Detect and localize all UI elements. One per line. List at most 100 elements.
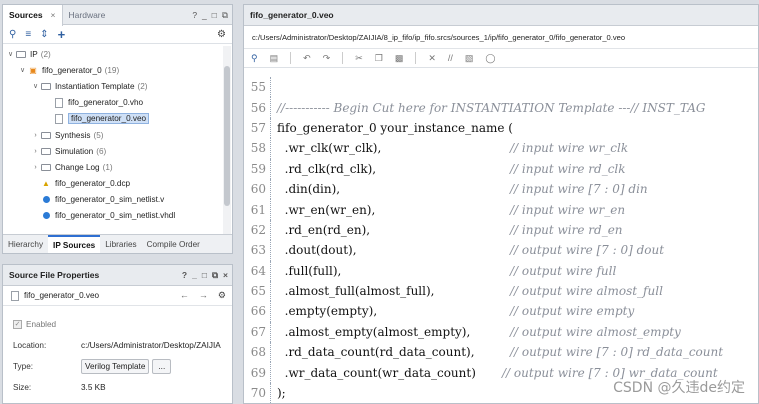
line-number: 67 [250, 324, 266, 339]
search-icon[interactable]: ⚲ [251, 53, 258, 64]
tree-item-label: fifo_generator_0.dcp [55, 179, 131, 189]
minimize-icon[interactable]: _ [192, 270, 197, 280]
toggle-column-icon[interactable]: ▧ [465, 53, 474, 64]
chevron-right-icon[interactable]: › [31, 132, 40, 139]
line-number: 68 [250, 345, 266, 360]
tree-item-count: (2) [137, 81, 148, 91]
float-icon[interactable]: ⧉ [222, 10, 228, 21]
tab-sources-label: Sources [9, 10, 43, 20]
code-comment: //----------- Begin Cut here for INSTANT… [277, 100, 706, 115]
tab-hardware[interactable]: Hardware [63, 5, 112, 25]
cut-icon[interactable]: ✂ [355, 53, 363, 64]
tree-item-fifo-generator[interactable]: ∨ ▣ fifo_generator_0 (19) [3, 62, 225, 78]
code-comment: // output wire [7 : 0] dout [510, 243, 665, 258]
code-line: 60 .din(din), // input wire [7 : 0] din [244, 178, 758, 200]
maximize-icon[interactable]: □ [202, 270, 207, 280]
enabled-checkbox[interactable]: ✓ [13, 319, 22, 329]
chevron-down-icon[interactable]: ∨ [18, 66, 27, 74]
type-browse-button[interactable]: ... [152, 359, 172, 374]
gear-icon[interactable]: ⚙ [217, 29, 226, 40]
gutter [270, 362, 271, 383]
sources-toolbar: ⚲ ≡ ⇕ + ⚙ [3, 25, 232, 44]
tree-item-label: Change Log [55, 162, 100, 172]
chevron-down-icon[interactable]: ∨ [6, 50, 15, 58]
tree-item-label: fifo_generator_0_sim_netlist.v [55, 195, 165, 205]
folder-icon [40, 162, 52, 172]
tree-item-sim-netlist-v[interactable]: fifo_generator_0_sim_netlist.v [3, 192, 225, 208]
code-text: .rd_clk(rd_clk), [277, 161, 377, 176]
code-comment: // output wire almost_full [510, 284, 663, 299]
copy-icon[interactable]: ❐ [375, 53, 383, 64]
code-editor: fifo_generator_0.veo c:/Users/Administra… [243, 4, 759, 404]
code-line: 61 .wr_en(wr_en), // input wire wr_en [244, 199, 758, 220]
code-comment: // input wire rd_clk [510, 161, 626, 176]
tab-ip-sources[interactable]: IP Sources [48, 235, 101, 253]
code-line: 55 [244, 77, 758, 98]
watermark: CSDN @久违de约定 [613, 380, 745, 396]
gutter [270, 382, 271, 404]
code-text: ); [277, 386, 286, 401]
tree-item-dcp[interactable]: ▲ fifo_generator_0.dcp [3, 176, 225, 192]
save-icon[interactable]: ▤ [270, 53, 279, 64]
close-icon[interactable]: × [51, 10, 56, 20]
minimize-icon[interactable]: _ [202, 10, 207, 20]
tree-item-label: fifo_generator_0 [42, 65, 102, 75]
tab-hierarchy[interactable]: Hierarchy [3, 235, 48, 253]
folder-icon [40, 81, 52, 91]
tab-sources[interactable]: Sources × [3, 4, 63, 26]
scrollbar-thumb[interactable] [224, 66, 230, 206]
back-arrow-icon[interactable]: ← [180, 290, 189, 301]
tree-item-change-log[interactable]: › Change Log (1) [3, 159, 225, 175]
line-number: 65 [250, 284, 266, 299]
line-number: 69 [250, 365, 266, 380]
code-line: 68 .rd_data_count(rd_data_count), // outp… [244, 342, 758, 363]
sources-scrollbar[interactable] [223, 46, 231, 234]
type-value-button[interactable]: Verilog Template [81, 359, 150, 374]
code-text: .wr_en(wr_en), [277, 202, 376, 217]
comment-icon[interactable]: // [448, 53, 453, 63]
editor-tab[interactable]: fifo_generator_0.veo [244, 5, 758, 26]
tree-item-label: fifo_generator_0.veo [68, 113, 150, 125]
forward-arrow-icon[interactable]: → [199, 290, 208, 301]
window-controls: ? _ □ ⧉ × [182, 265, 228, 285]
tree-item-veo[interactable]: fifo_generator_0.veo [3, 111, 225, 127]
search-icon[interactable]: ⚲ [9, 29, 16, 40]
tree-item-synthesis[interactable]: › Synthesis (5) [3, 127, 225, 143]
paste-icon[interactable]: ▩ [395, 53, 404, 64]
tree-item-ip[interactable]: ∨ IP (2) [3, 46, 225, 62]
line-number: 55 [250, 80, 266, 95]
gutter [270, 260, 271, 281]
code-comment: // input wire wr_en [510, 202, 626, 217]
gutter [270, 138, 271, 159]
editor-tab-title: fifo_generator_0.veo [250, 10, 334, 20]
chevron-right-icon[interactable]: › [31, 164, 40, 171]
maximize-icon[interactable]: □ [212, 10, 217, 20]
float-icon[interactable]: ⧉ [212, 270, 218, 281]
gutter [270, 158, 271, 179]
redo-icon[interactable]: ↷ [323, 53, 331, 64]
properties-header: Source File Properties ? _ □ ⧉ × [3, 265, 232, 286]
gutter [270, 117, 271, 139]
tree-item-sim-netlist-vhdl[interactable]: fifo_generator_0_sim_netlist.vhdl [3, 208, 225, 224]
tab-compile-order[interactable]: Compile Order [142, 235, 205, 253]
tree-item-instantiation-template[interactable]: ∨ Instantiation Template (2) [3, 78, 225, 94]
close-icon[interactable]: × [223, 270, 228, 280]
tree-item-vho[interactable]: fifo_generator_0.vho [3, 95, 225, 111]
code-area[interactable]: 55 56 //----------- Begin Cut here for IN… [244, 77, 758, 404]
collapse-all-icon[interactable]: ≡ [25, 29, 31, 40]
toolbar-divider [342, 52, 344, 64]
code-comment: // input wire [7 : 0] din [510, 182, 648, 197]
gear-icon[interactable]: ⚙ [218, 290, 226, 301]
delete-icon[interactable]: ✕ [428, 53, 436, 64]
chevron-down-icon[interactable]: ∨ [31, 82, 40, 90]
chevron-right-icon[interactable]: › [31, 148, 40, 155]
tab-libraries[interactable]: Libraries [100, 235, 141, 253]
tree-item-simulation[interactable]: › Simulation (6) [3, 143, 225, 159]
help-icon[interactable]: ? [182, 270, 187, 280]
undo-icon[interactable]: ↶ [303, 53, 311, 64]
expand-all-icon[interactable]: ⇕ [40, 29, 48, 40]
add-icon[interactable]: + [58, 27, 66, 42]
editor-toolbar: ⚲ ▤ ↶ ↷ ✂ ❐ ▩ ✕ // ▧ ◯ [244, 49, 758, 68]
lightbulb-icon[interactable]: ◯ [485, 53, 495, 64]
help-icon[interactable]: ? [192, 10, 197, 20]
